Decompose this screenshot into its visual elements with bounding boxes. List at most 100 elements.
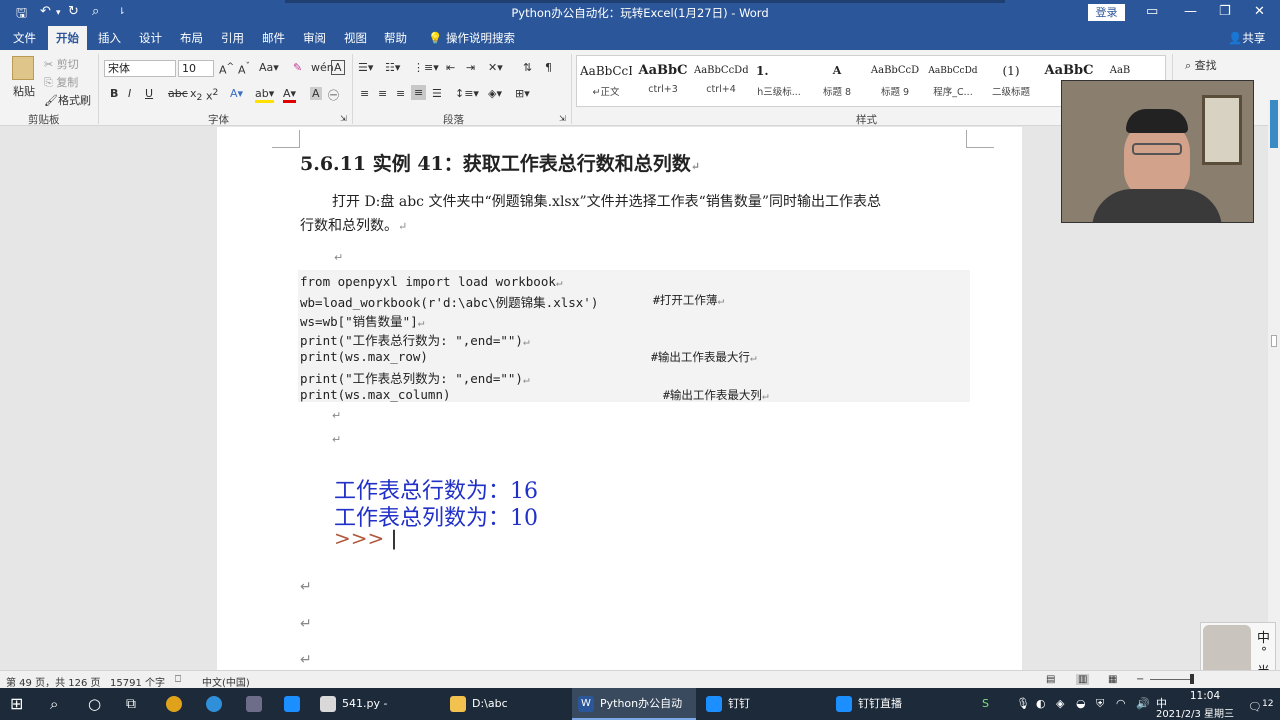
underline-icon[interactable]: U	[145, 87, 153, 100]
show-marks-icon[interactable]: ¶	[545, 61, 552, 74]
tab-file[interactable]: 文件	[5, 26, 44, 50]
tab-references[interactable]: 引用	[213, 26, 252, 50]
superscript-icon[interactable]: x2	[206, 87, 218, 103]
print-layout-icon[interactable]: ▥	[1076, 674, 1090, 685]
proofing-icon[interactable]: ⎕	[175, 674, 181, 685]
line-spacing-icon[interactable]: ↕≡▾	[455, 87, 479, 100]
page-count[interactable]: 第 49 页，共 126 页	[6, 674, 101, 689]
edge-icon[interactable]	[206, 688, 228, 720]
enclose-char-icon[interactable]: ㊀	[328, 87, 339, 103]
find-button[interactable]: ⌕ 查找	[1185, 57, 1217, 73]
style-item[interactable]: A 标题 8	[810, 58, 864, 106]
app-feather-icon[interactable]	[246, 688, 268, 720]
taskbar-item-dingtalk[interactable]: 钉钉	[706, 688, 816, 720]
tab-home[interactable]: 开始	[48, 26, 87, 50]
cut-button[interactable]: ✂ 剪切	[44, 56, 79, 72]
paste-icon[interactable]	[12, 56, 34, 80]
style-item[interactable]: AaBbCcD ↵正文	[580, 58, 632, 106]
tray-icon[interactable]: ◒	[1076, 688, 1086, 720]
share-button[interactable]: 👤共享	[1220, 26, 1273, 50]
task-view-icon[interactable]: ⧉	[126, 688, 136, 720]
font-name-combo[interactable]: 宋体	[104, 60, 176, 77]
ribbon-display-icon[interactable]: ▭	[1146, 4, 1158, 19]
clock-time[interactable]: 11:04	[1180, 690, 1230, 702]
decrease-indent-icon[interactable]: ⇤	[446, 61, 455, 74]
ime-punct[interactable]: °	[1261, 645, 1267, 659]
maximize-icon[interactable]: ❐	[1219, 4, 1231, 19]
ime-mode-chinese[interactable]: 中	[1257, 627, 1270, 646]
align-right-icon[interactable]: ≡	[396, 87, 405, 100]
style-item[interactable]: AaBbCcD 标题 9	[868, 58, 922, 106]
font-size-combo[interactable]: 10	[178, 60, 214, 77]
style-item[interactable]: 1. h三级标...	[752, 58, 806, 106]
style-item[interactable]: AaBbCcDd 程序_C...	[926, 58, 980, 106]
microphone-icon[interactable]: 🎙	[1016, 688, 1030, 720]
char-border-icon[interactable]: A	[331, 60, 345, 75]
notification-icon[interactable]: 🗨12	[1248, 688, 1274, 720]
taskbar-item-python-editor[interactable]: 541.py - C:/Users...	[320, 688, 440, 720]
wifi-icon[interactable]: ◠	[1116, 688, 1126, 720]
zoom-slider-thumb[interactable]	[1190, 674, 1194, 684]
distributed-icon[interactable]: ☰	[432, 87, 442, 100]
tab-mailings[interactable]: 邮件	[254, 26, 293, 50]
copy-button[interactable]: ⎘ 复制	[44, 74, 78, 90]
taskbar-item-word[interactable]: WPython办公自动化...	[572, 688, 696, 720]
align-left-icon[interactable]: ≡	[360, 87, 369, 100]
tab-view[interactable]: 视图	[336, 26, 375, 50]
justify-icon[interactable]: ≡	[411, 85, 427, 100]
bullets-icon[interactable]: ☰▾	[358, 61, 373, 74]
tell-me-search[interactable]: 💡 操作说明搜索	[420, 26, 523, 50]
tab-insert[interactable]: 插入	[90, 26, 129, 50]
shading-icon[interactable]: ◈▾	[488, 87, 502, 100]
font-dialog-launcher-icon[interactable]: ⇲	[340, 114, 347, 123]
font-color-icon[interactable]: A▾	[283, 87, 297, 103]
shield-icon[interactable]: ⛨	[1096, 688, 1104, 720]
paragraph-dialog-launcher-icon[interactable]: ⇲	[559, 114, 566, 123]
bold-icon[interactable]: B	[110, 87, 118, 100]
scrollbar-thumb[interactable]	[1271, 335, 1277, 347]
windows-start-icon[interactable]: ⊞	[10, 688, 23, 720]
align-center-icon[interactable]: ≡	[378, 87, 387, 100]
italic-icon[interactable]: I	[128, 87, 131, 100]
search-icon[interactable]: ⌕	[50, 688, 58, 720]
change-case-icon[interactable]: Aa▾	[259, 61, 279, 74]
zoom-out-icon[interactable]: −	[1136, 674, 1144, 685]
format-painter-button[interactable]: 🖌格式刷	[44, 92, 91, 108]
web-layout-icon[interactable]: ▦	[1108, 674, 1117, 685]
chinese-layout-icon[interactable]: ✕▾	[488, 61, 503, 74]
highlight-icon[interactable]: ab▾	[255, 87, 275, 103]
paste-button[interactable]: 粘贴	[13, 83, 35, 99]
increase-indent-icon[interactable]: ⇥	[466, 61, 475, 74]
tab-review[interactable]: 审阅	[295, 26, 334, 50]
close-icon[interactable]: ✕	[1254, 4, 1265, 19]
scrollbar-top-thumb[interactable]	[1270, 100, 1278, 148]
sort-icon[interactable]: ⇅	[523, 61, 532, 74]
tab-layout[interactable]: 布局	[172, 26, 211, 50]
borders-icon[interactable]: ⊞▾	[515, 87, 530, 100]
tab-help[interactable]: 帮助	[376, 26, 415, 50]
minimize-icon[interactable]: —	[1184, 4, 1197, 19]
zoom-slider-track[interactable]	[1150, 679, 1190, 680]
grow-font-icon[interactable]: A^	[219, 61, 234, 77]
tray-icon[interactable]: ◐	[1036, 688, 1046, 720]
clear-format-icon[interactable]: ✎	[293, 61, 302, 74]
text-effects-icon[interactable]: A▾	[230, 87, 243, 100]
subscript-icon[interactable]: x2	[190, 87, 202, 103]
taskbar-item-explorer[interactable]: D:\abc	[450, 688, 560, 720]
style-item[interactable]: AaBbCcDdE ctrl+4	[694, 58, 748, 106]
multilevel-list-icon[interactable]: ⋮≡▾	[413, 61, 439, 74]
chrome-icon[interactable]	[166, 688, 188, 720]
vertical-scrollbar[interactable]	[1268, 100, 1280, 670]
clock-date[interactable]: 2021/2/3 星期三	[1150, 705, 1240, 720]
login-button[interactable]: 登录	[1088, 4, 1125, 21]
dingtalk-pin-icon[interactable]	[284, 688, 306, 720]
strikethrough-icon[interactable]: abc	[168, 87, 188, 100]
language-indicator[interactable]: 中文(中国)	[202, 674, 250, 689]
volume-icon[interactable]: 🔊	[1136, 688, 1150, 720]
cortana-icon[interactable]: ○	[88, 688, 101, 720]
numbering-icon[interactable]: ☷▾	[385, 61, 400, 74]
style-item[interactable]: AaBbC ctrl+3	[637, 58, 689, 106]
taskbar-item-dingtalk-live[interactable]: 钉钉直播	[836, 688, 956, 720]
shrink-font-icon[interactable]: Aˇ	[238, 61, 250, 77]
char-shading-icon[interactable]: A	[310, 87, 322, 100]
